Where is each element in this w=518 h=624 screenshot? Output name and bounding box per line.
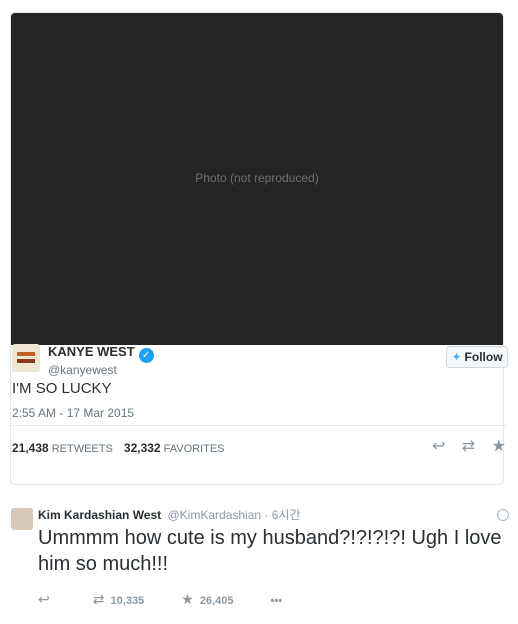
tweet-stats: 21,438 RETWEETS 32,332 FAVORITES	[12, 441, 225, 455]
favorite-button[interactable]: ★ 26,405	[181, 591, 233, 608]
divider	[12, 425, 506, 426]
verified-icon: ✓	[138, 348, 154, 363]
tweet-author-name[interactable]: KANYE WEST ✓	[48, 344, 154, 363]
reply-author-handle[interactable]: @KimKardashian	[168, 508, 262, 522]
tweet-text: I'M SO LUCKY	[12, 380, 112, 397]
retweet-button[interactable]: ⇄ 10,335	[93, 591, 144, 608]
favorite-icon[interactable]: ★	[492, 438, 506, 455]
reply-avatar[interactable]	[11, 508, 33, 530]
avatar[interactable]	[12, 344, 40, 372]
reply-text: Ummmm how cute is my husband?!?!?!?! Ugh…	[38, 527, 502, 575]
more-button[interactable]: •••	[271, 595, 283, 607]
bird-icon: ✦	[451, 350, 462, 364]
reply-header: Kim Kardashian West @KimKardashian · 6시간	[38, 506, 301, 523]
tweet-actions: ↩ ⇄ ★	[420, 436, 506, 456]
reply-author-name[interactable]: Kim Kardashian West	[38, 508, 161, 522]
follow-button[interactable]: ✦ Follow	[446, 346, 508, 368]
favorite-count[interactable]: 32,332	[124, 441, 161, 455]
tweet-timestamp[interactable]: 2:55 AM - 17 Mar 2015	[12, 406, 134, 420]
retweet-icon: ⇄	[92, 591, 105, 607]
reply-icon: ↩	[38, 591, 50, 607]
globe-icon	[497, 509, 509, 521]
retweet-count[interactable]: 21,438	[12, 441, 49, 455]
retweet-icon[interactable]: ⇄	[462, 438, 475, 455]
media-placeholder: Photo (not reproduced)	[195, 171, 319, 185]
tweet-media[interactable]: Photo (not reproduced)	[11, 13, 503, 345]
tweet-author-handle[interactable]: @kanyewest	[48, 363, 117, 377]
favorite-icon: ★	[181, 591, 194, 607]
reply-actions: ↩ ⇄ 10,335 ★ 26,405 •••	[38, 591, 316, 608]
reply-button[interactable]: ↩	[38, 591, 56, 608]
reply-icon[interactable]: ↩	[432, 438, 445, 455]
reply-time[interactable]: · 6시간	[264, 508, 300, 522]
